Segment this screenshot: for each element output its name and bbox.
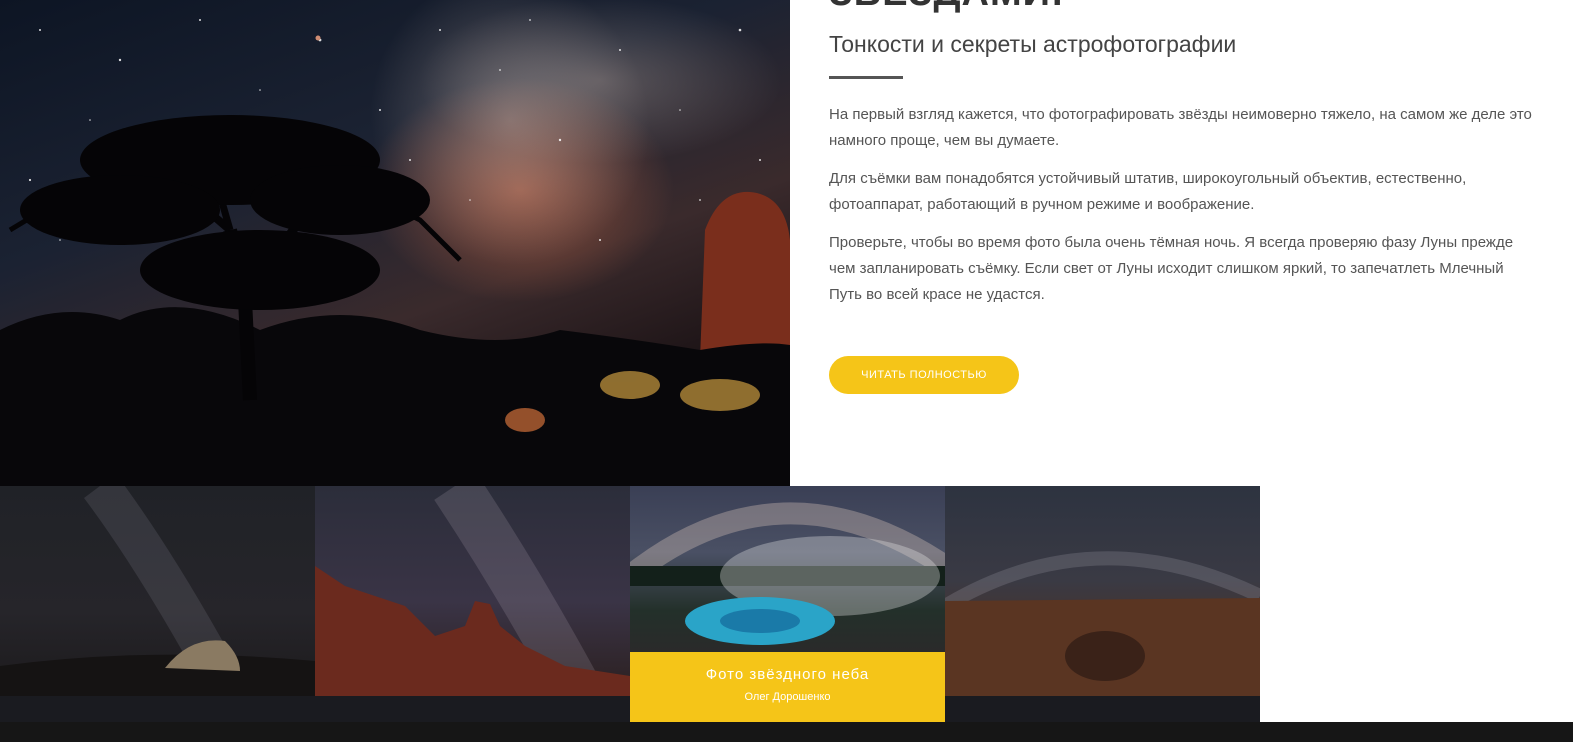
night-landscape-illustration	[0, 19, 790, 486]
canyon-photo-illustration	[315, 486, 630, 696]
article-paragraph: Для съёмки вам понадобятся устойчивый шт…	[829, 170, 1467, 213]
featured-photo-caption[interactable]: Фото звёздного неба Олег Дорошенко	[630, 652, 945, 722]
read-more-button[interactable]: ЧИТАТЬ ПОЛНОСТЬЮ	[829, 356, 1019, 394]
caption-title: Фото звёздного неба	[705, 666, 870, 683]
article-paragraph: Проверьте, чтобы во время фото была очен…	[829, 234, 1514, 303]
photo-gallery: Фото звёздного неба Олег Дорошенко	[0, 486, 1260, 722]
gallery-thumbnail-tent[interactable]	[0, 486, 315, 696]
title-divider	[829, 76, 903, 79]
article-paragraph: На первый взгляд кажется, что фотографир…	[829, 106, 1532, 149]
article-headline: ЗВЁЗДАМИ!	[829, 0, 1065, 15]
gallery-thumbnail-canyon[interactable]	[315, 486, 630, 696]
tent-photo-illustration	[0, 486, 315, 696]
hot-spring-photo-illustration	[630, 502, 945, 645]
hero-image	[0, 0, 790, 486]
rock-formation	[700, 191, 790, 360]
caption-author: Олег Дорошенко	[744, 691, 831, 703]
gallery-thumbnail-hot-spring[interactable]	[630, 486, 945, 652]
footer-strip	[0, 722, 1573, 742]
amphitheater-photo-illustration	[945, 551, 1260, 696]
gallery-thumbnail-amphitheater[interactable]	[945, 486, 1260, 696]
article-body: На первый взгляд кажется, что фотографир…	[829, 102, 1539, 320]
article-subtitle: Тонкости и секреты астрофотографии	[829, 31, 1237, 57]
horizon-silhouette	[0, 307, 790, 486]
